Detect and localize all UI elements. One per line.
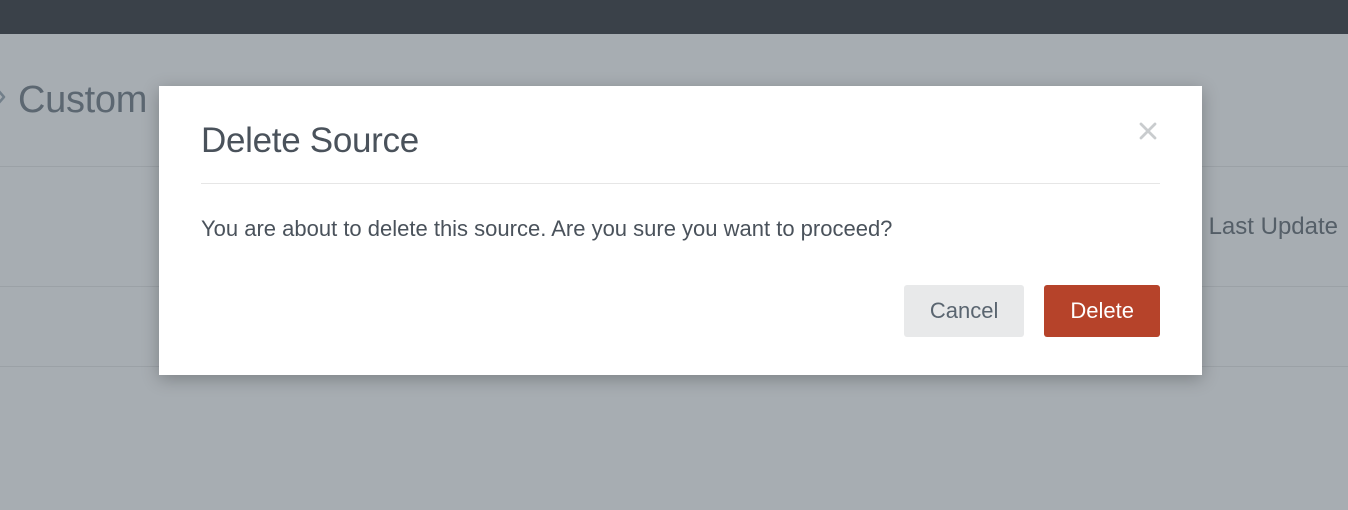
cancel-button[interactable]: Cancel bbox=[904, 285, 1024, 337]
modal-body: You are about to delete this source. Are… bbox=[201, 184, 1160, 285]
modal-title: Delete Source bbox=[201, 121, 419, 161]
app-top-bar bbox=[0, 0, 1348, 34]
modal-header: Delete Source bbox=[201, 121, 1160, 184]
delete-button[interactable]: Delete bbox=[1044, 285, 1160, 337]
modal-message: You are about to delete this source. Are… bbox=[201, 214, 1160, 245]
delete-source-modal: Delete Source You are about to delete th… bbox=[159, 86, 1202, 375]
close-icon[interactable] bbox=[1136, 121, 1160, 141]
modal-footer: Cancel Delete bbox=[201, 285, 1160, 337]
